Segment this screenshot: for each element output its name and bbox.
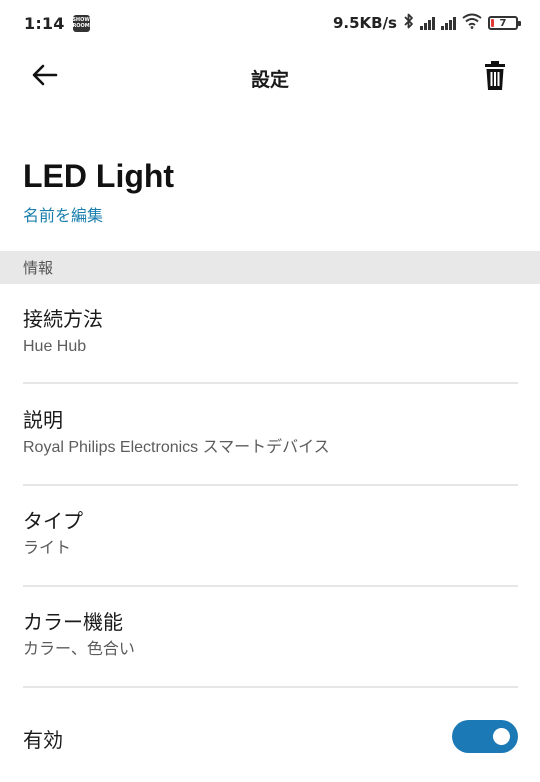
status-right: 9.5KB/s 7	[332, 13, 521, 33]
row-value: カラー、色合い	[23, 641, 135, 658]
enabled-toggle[interactable]	[452, 720, 518, 753]
app-bar: 設定	[0, 46, 540, 112]
status-time: 1:14	[24, 13, 65, 33]
showroom-icon: SHOW ROOM	[72, 14, 90, 32]
device-name: LED Light	[23, 158, 175, 194]
network-speed: 9.5KB/s	[332, 14, 397, 32]
section-header-info: 情報	[0, 251, 540, 284]
enabled-label: 有効	[23, 728, 63, 752]
divider	[23, 484, 518, 486]
status-bar: 1:14 SHOW ROOM 9.5KB/s 7	[0, 0, 540, 46]
edit-name-link[interactable]: 名前を編集	[23, 202, 103, 226]
wifi-icon	[462, 13, 482, 33]
row-title: 説明	[23, 408, 63, 432]
section-header-label: 情報	[23, 259, 54, 277]
delete-button[interactable]	[478, 60, 512, 96]
status-left: 1:14 SHOW ROOM	[24, 14, 90, 33]
info-row-connection: 接続方法 Hue Hub	[23, 306, 518, 357]
row-value: Hue Hub	[23, 338, 87, 355]
battery-level: 7	[499, 17, 507, 29]
page-title: 設定	[250, 69, 289, 91]
info-row-type: タイプ ライト	[23, 508, 518, 559]
divider	[23, 382, 518, 384]
row-title: タイプ	[23, 509, 83, 533]
row-title: カラー機能	[23, 610, 123, 634]
row-value: Royal Philips Electronics スマートデバイス	[23, 439, 330, 456]
divider	[23, 585, 518, 587]
toggle-knob	[493, 728, 510, 745]
bluetooth-icon	[403, 13, 414, 33]
info-row-description: 説明 Royal Philips Electronics スマートデバイス	[23, 407, 518, 458]
signal-strength-icon-1	[420, 16, 435, 30]
info-row-color-capability: カラー機能 カラー、色合い	[23, 609, 518, 660]
showroom-label: SHOW ROOM	[72, 17, 90, 29]
enabled-row: 有効	[23, 718, 518, 758]
battery-icon: 7	[488, 16, 521, 30]
trash-icon	[484, 61, 506, 95]
signal-strength-icon-2	[441, 16, 456, 30]
row-value: ライト	[23, 540, 72, 557]
row-title: 接続方法	[23, 307, 103, 331]
divider	[23, 686, 518, 688]
